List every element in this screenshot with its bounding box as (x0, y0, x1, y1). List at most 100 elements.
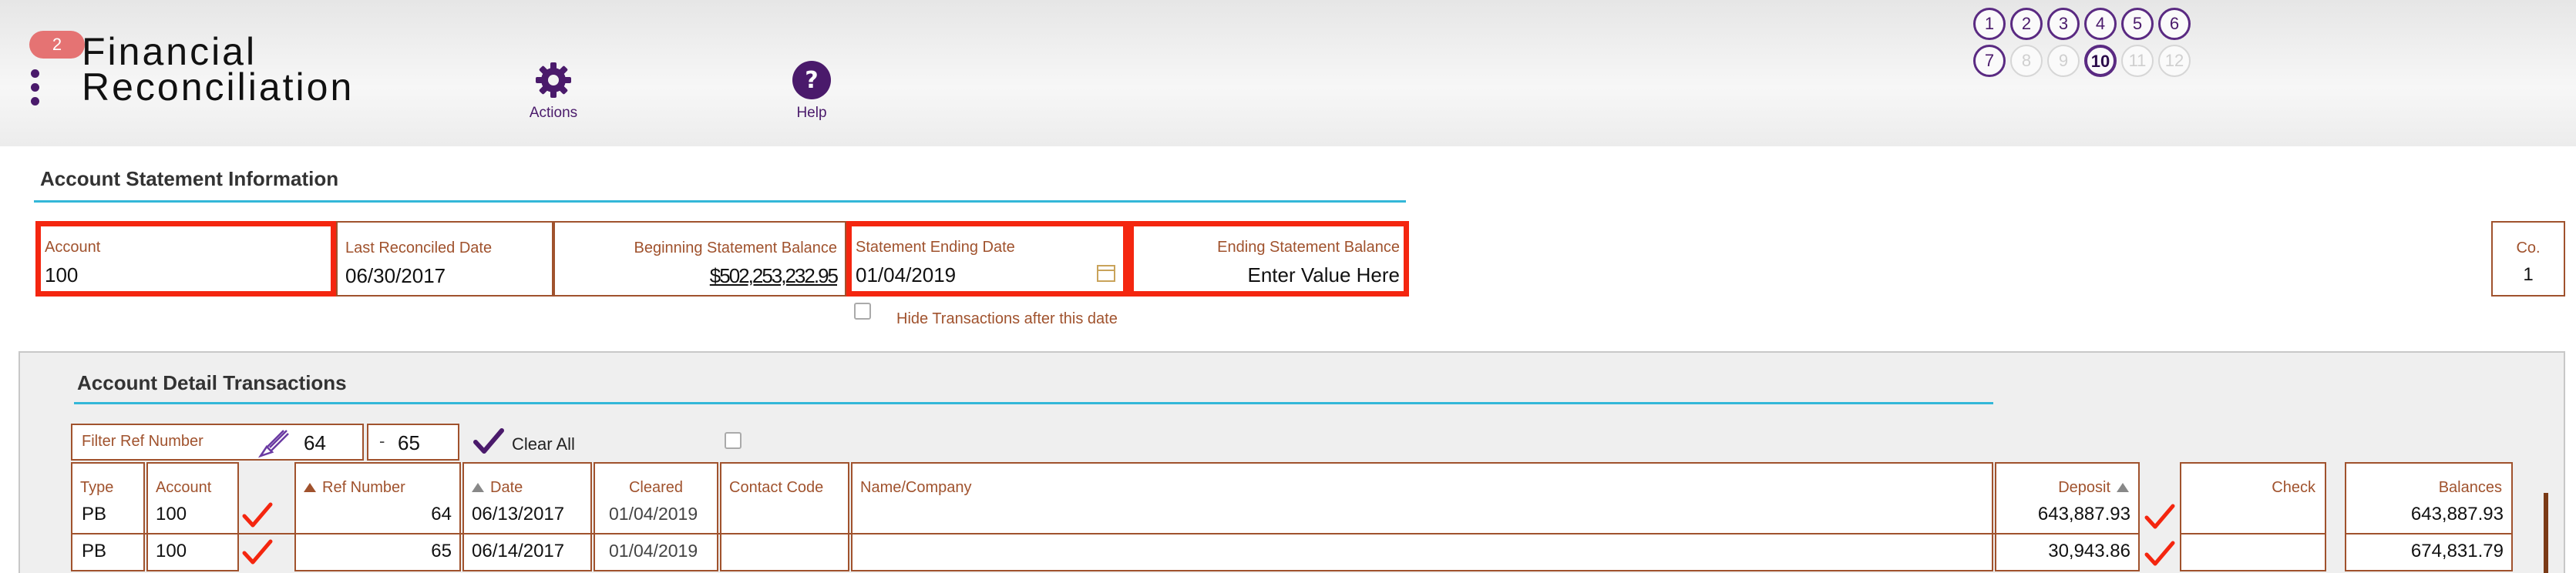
last-reconciled-label: Last Reconciled Date (345, 240, 493, 256)
col-contact-code[interactable]: Contact Code (720, 462, 849, 571)
col-check-label: Check (2272, 479, 2315, 496)
company-label: Co. (2516, 240, 2541, 256)
account-value: 100 (45, 263, 79, 286)
row-cleared: 01/04/2019 (609, 541, 698, 561)
col-date-label: Date (490, 479, 523, 496)
row-balance: 643,887.93 (2410, 504, 2504, 524)
clear-all-label: Clear All (512, 434, 575, 454)
statement-ending-date-value: 01/04/2019 (856, 263, 957, 286)
brush-icon[interactable] (257, 428, 290, 459)
step-10[interactable]: 10 (2084, 45, 2117, 77)
cleared-check-icon[interactable] (242, 539, 273, 565)
sort-icon-deposit (2117, 483, 2129, 492)
table-scrollbar[interactable] (2544, 493, 2548, 573)
last-reconciled-value: 06/30/2017 (345, 264, 446, 287)
checkmark-icon (473, 428, 504, 454)
beginning-balance-link[interactable]: $502,253,232.95 (710, 264, 839, 288)
col-contact-label: Contact Code (729, 479, 824, 496)
step-6[interactable]: 6 (2158, 8, 2191, 40)
app-title-line1: Financial (82, 30, 257, 73)
row-account: 100 (156, 504, 187, 524)
ending-balance-input[interactable]: Enter Value Here (1247, 263, 1400, 287)
step-3[interactable]: 3 (2047, 8, 2080, 40)
filter-ref-from[interactable]: Filter Ref Number 64 (71, 424, 364, 461)
gear-icon (533, 60, 573, 100)
app-title: Financial Reconciliation (82, 30, 405, 109)
notification-badge[interactable]: 2 (29, 31, 85, 59)
row-separator-balance (2345, 533, 2513, 534)
row-type: PB (82, 504, 107, 524)
step-7[interactable]: 7 (1973, 45, 2006, 77)
row-ref: 64 (431, 504, 452, 524)
row-date: 06/14/2017 (472, 541, 565, 561)
ending-balance-label: Ending Statement Balance (1217, 239, 1400, 256)
help-label: Help (796, 105, 827, 121)
step-8: 8 (2010, 45, 2043, 77)
company-value: 1 (2523, 264, 2534, 285)
step-11: 11 (2121, 45, 2154, 77)
col-name-label: Name/Company (860, 479, 972, 496)
col-type-label: Type (80, 479, 114, 496)
row-separator (71, 533, 2140, 534)
filter-ref-from-value: 64 (304, 431, 326, 454)
step-12: 12 (2158, 45, 2191, 77)
last-reconciled-field[interactable]: Last Reconciled Date 06/30/2017 (336, 221, 553, 297)
step-2[interactable]: 2 (2010, 8, 2043, 40)
calendar-icon[interactable] (1097, 265, 1115, 282)
row-ref: 65 (431, 541, 452, 561)
row-deposit: 30,943.86 (2048, 541, 2130, 561)
col-cleared-label: Cleared (628, 479, 684, 496)
step-4[interactable]: 4 (2084, 8, 2117, 40)
col-balances-label: Balances (2438, 479, 2502, 496)
cleared-check-icon[interactable] (242, 502, 273, 528)
col-deposit-label: Deposit (2058, 479, 2110, 496)
svg-text:?: ? (805, 67, 818, 94)
statement-ending-date-label: Statement Ending Date (856, 239, 1015, 256)
help-icon: ? (792, 60, 832, 100)
app-header: 2 Financial Reconciliation Actions ? Hel… (0, 0, 2576, 146)
hide-transactions-checkbox[interactable] (854, 303, 871, 320)
detail-section-underline (74, 402, 1993, 404)
col-check[interactable]: Check (2180, 462, 2326, 571)
select-all-checkbox[interactable] (725, 432, 742, 449)
step-9: 9 (2047, 45, 2080, 77)
row-deposit: 643,887.93 (2037, 504, 2130, 524)
statement-ending-date-field[interactable]: Statement Ending Date 01/04/2019 (846, 221, 1128, 297)
sort-ascending-icon (304, 483, 316, 492)
filter-ref-to-value: 65 (398, 431, 420, 454)
col-name-company[interactable]: Name/Company (851, 462, 1993, 571)
col-deposit-header: Deposit (2058, 479, 2129, 497)
row-separator-check (2180, 533, 2326, 534)
help-button[interactable]: ? Help (758, 60, 866, 122)
account-field[interactable]: Account 100 (35, 221, 336, 297)
row-date: 06/13/2017 (472, 504, 565, 524)
row-balance: 674,831.79 (2410, 541, 2504, 561)
statement-section-title: Account Statement Information (40, 167, 339, 190)
ending-balance-field[interactable]: Ending Statement Balance Enter Value Her… (1128, 221, 1409, 297)
kebab-menu-icon[interactable] (31, 69, 40, 111)
col-ref-header: Ref Number (304, 479, 405, 497)
step-1[interactable]: 1 (1973, 8, 2006, 40)
row-account: 100 (156, 541, 187, 561)
col-account-label: Account (156, 479, 212, 496)
filter-ref-to[interactable]: - 65 (367, 424, 459, 461)
row-cleared: 01/04/2019 (609, 504, 698, 524)
actions-label: Actions (529, 105, 578, 121)
col-date-header: Date (472, 479, 523, 497)
actions-button[interactable]: Actions (499, 60, 607, 122)
row-type: PB (82, 541, 107, 561)
app-title-line2: Reconciliation (82, 65, 355, 109)
range-dash: - (379, 431, 385, 451)
sort-icon (472, 483, 484, 492)
step-5[interactable]: 5 (2121, 8, 2154, 40)
detail-section-title: Account Detail Transactions (77, 371, 347, 394)
beginning-balance-field[interactable]: Beginning Statement Balance $502,253,232… (553, 221, 846, 297)
company-field[interactable]: Co. 1 (2491, 221, 2565, 297)
deposit-check-icon[interactable] (2144, 504, 2175, 530)
account-label: Account (45, 239, 101, 256)
beginning-balance-label: Beginning Statement Balance (634, 240, 837, 256)
deposit-check-icon[interactable] (2144, 541, 2175, 567)
statement-section-underline (34, 200, 1406, 203)
filter-ref-label: Filter Ref Number (82, 433, 203, 450)
hide-transactions-label: Hide Transactions after this date (896, 310, 1118, 327)
